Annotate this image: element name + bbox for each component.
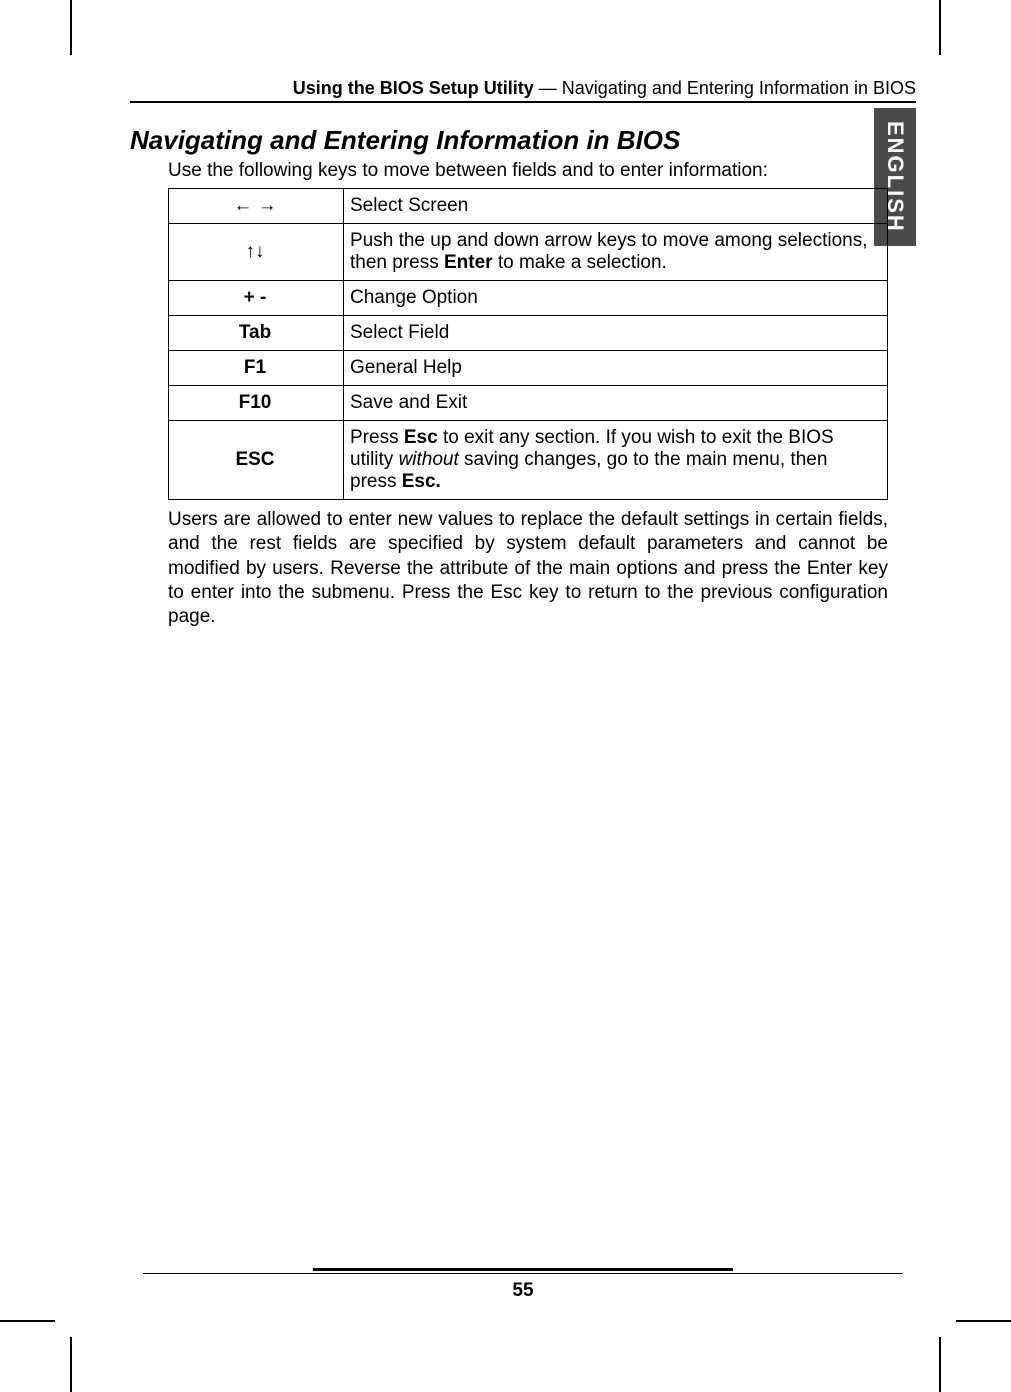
key-cell: ← →: [169, 189, 344, 224]
table-row: F1General Help: [169, 351, 888, 386]
key-cell: ESC: [169, 421, 344, 500]
table-row: ← →Select Screen: [169, 189, 888, 224]
desc-cell: Push the up and down arrow keys to move …: [344, 224, 888, 281]
key-cell: F10: [169, 386, 344, 421]
table-row: ↑↓Push the up and down arrow keys to mov…: [169, 224, 888, 281]
header-rest: — Navigating and Entering Information in…: [534, 78, 916, 98]
section-title: Navigating and Entering Information in B…: [130, 125, 916, 156]
table-row: TabSelect Field: [169, 316, 888, 351]
body-paragraph: Users are allowed to enter new values to…: [168, 508, 888, 630]
key-cell: Tab: [169, 316, 344, 351]
page-number: 55: [130, 1280, 916, 1302]
key-cell: F1: [169, 351, 344, 386]
desc-cell: Select Field: [344, 316, 888, 351]
intro-text: Use the following keys to move between f…: [168, 160, 916, 182]
page-content: Using the BIOS Setup Utility — Navigatin…: [130, 78, 916, 1302]
desc-cell: General Help: [344, 351, 888, 386]
key-cell: ↑↓: [169, 224, 344, 281]
desc-cell: Change Option: [344, 281, 888, 316]
key-cell: + -: [169, 281, 344, 316]
table-row: + -Change Option: [169, 281, 888, 316]
desc-cell: Select Screen: [344, 189, 888, 224]
table-row: F10Save and Exit: [169, 386, 888, 421]
running-header: Using the BIOS Setup Utility — Navigatin…: [130, 78, 916, 103]
desc-cell: Press Esc to exit any section. If you wi…: [344, 421, 888, 500]
header-bold: Using the BIOS Setup Utility: [293, 78, 534, 98]
page-footer: 55: [130, 1268, 916, 1302]
table-row: ESCPress Esc to exit any section. If you…: [169, 421, 888, 500]
desc-cell: Save and Exit: [344, 386, 888, 421]
keys-table: ← →Select Screen↑↓Push the up and down a…: [168, 188, 888, 500]
